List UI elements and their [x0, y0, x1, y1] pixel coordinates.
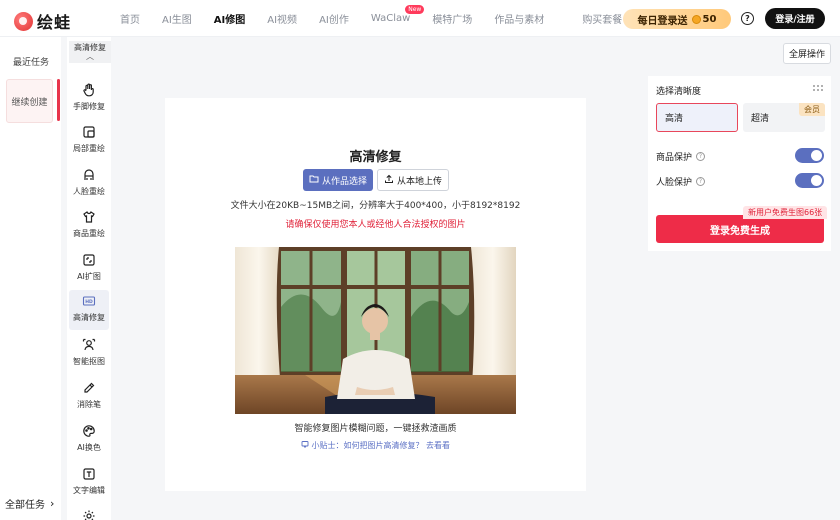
active-indicator: [57, 79, 60, 121]
product-protect-label: 商品保护: [656, 153, 693, 163]
product-protect-row: 商品保护 ?: [656, 150, 706, 163]
settings-icon: [81, 508, 97, 520]
hd-icon: HD: [81, 293, 97, 309]
text-icon: [81, 466, 97, 482]
chevron-right-icon: ›: [50, 497, 55, 510]
tool-label: 局部重绘: [73, 144, 105, 153]
question-icon[interactable]: ?: [696, 152, 706, 161]
drag-handle-icon[interactable]: [812, 84, 824, 94]
hand-icon: [81, 82, 97, 98]
fullscreen-button[interactable]: 全屏操作: [783, 43, 831, 64]
tool-text-edit[interactable]: 文字编辑: [69, 463, 109, 503]
clarity-option-uhd-label: 超清: [751, 114, 770, 124]
tool-label: 高清修复: [73, 313, 105, 322]
svg-text:HD: HD: [85, 299, 93, 305]
tool-collapse-header[interactable]: 高清修复 ︿: [69, 41, 111, 63]
clarity-option-hd[interactable]: 高清: [656, 103, 738, 132]
select-from-works-button[interactable]: 从作品选择: [303, 169, 373, 191]
example-photo-illustration: [235, 247, 516, 414]
expand-icon: [81, 252, 97, 268]
clarity-option-uhd[interactable]: 超清 会员: [743, 103, 825, 132]
daily-login-reward[interactable]: 每日登录送 50: [623, 9, 731, 29]
nav-ai-image[interactable]: AI生图: [162, 11, 192, 26]
folder-icon: [309, 174, 319, 186]
daily-points: 50: [702, 13, 717, 25]
logo-text: 绘蛙: [37, 13, 72, 32]
main-nav: 首页 AI生图 AI修图 AI视频 AI创作 WaClaw New 模特广场 作…: [120, 0, 644, 37]
logo[interactable]: 绘蛙: [14, 9, 71, 33]
face-protect-row: 人脸保护 ?: [656, 175, 706, 188]
tool-eraser[interactable]: 消除笔: [69, 377, 109, 417]
tool-local-redraw[interactable]: 局部重绘: [69, 121, 109, 161]
login-button[interactable]: 登录/注册: [765, 8, 825, 29]
nav-model-square[interactable]: 模特广场: [432, 11, 472, 26]
nav-ai-retouch[interactable]: AI修图: [214, 11, 245, 26]
tool-ai-expand[interactable]: AI扩图: [69, 249, 109, 289]
nav-waclaw-label: WaClaw: [370, 13, 411, 24]
all-tasks-label: 全部任务: [5, 500, 45, 511]
generate-button[interactable]: 登录免费生成: [656, 215, 824, 243]
tool-more[interactable]: [69, 505, 109, 520]
question-icon[interactable]: ?: [696, 177, 706, 186]
help-icon[interactable]: ?: [741, 12, 754, 25]
tool-label: AI扩图: [77, 272, 101, 281]
nav-ai-video[interactable]: AI视频: [267, 11, 297, 26]
page-title: 高清修复: [349, 150, 402, 165]
help-tip-text: 小贴士：如何把图片高清修复？ 去看看: [311, 441, 451, 450]
product-protect-toggle[interactable]: [795, 148, 824, 163]
tool-smart-cutout[interactable]: 智能抠图: [69, 334, 109, 374]
all-tasks-link[interactable]: 全部任务 ›: [5, 496, 54, 511]
recent-tasks-label: 最近任务: [13, 58, 50, 68]
tool-ai-recolor[interactable]: AI换色: [69, 420, 109, 460]
tool-label: 商品重绘: [73, 229, 105, 238]
recent-tasks-panel: 最近任务 继续创建 全部任务 ›: [0, 37, 61, 520]
face-icon: [81, 167, 97, 183]
tool-label: 文字编辑: [73, 486, 105, 495]
daily-label: 每日登录送: [637, 15, 688, 27]
portrait-icon: [81, 337, 97, 353]
new-user-promo-badge: 新用户免费生图66张: [743, 206, 828, 219]
tool-product-redraw[interactable]: 商品重绘: [69, 206, 109, 246]
select-from-works-label: 从作品选择: [321, 176, 367, 187]
tool-label: 人脸重绘: [73, 187, 105, 196]
authorization-warning: 请确保仅使用您本人或经他人合法授权的图片: [285, 220, 466, 230]
nav-buy-plan[interactable]: 购买套餐: [582, 11, 622, 26]
coin-icon: [691, 14, 701, 24]
lightbulb-icon: [301, 441, 312, 450]
tool-header-label: 高清修复: [74, 43, 106, 52]
nav-ai-create[interactable]: AI创作: [319, 11, 349, 26]
chevron-up-icon: ︿: [86, 51, 94, 61]
tool-label: 手脚修复: [73, 102, 105, 111]
nav-works[interactable]: 作品与素材: [494, 11, 544, 26]
face-protect-label: 人脸保护: [656, 178, 693, 188]
upload-card: 高清修复 从作品选择 从本地上传 文件大小在20KB~15MB之间，分辨率大于4…: [165, 98, 586, 491]
settings-panel: 选择清晰度 高清 超清 会员 商品保护 ? 人脸保护 ? 登录免费生成 新用户免…: [648, 76, 831, 251]
tool-hd-repair[interactable]: HD 高清修复: [69, 290, 109, 330]
tool-label: 消除笔: [77, 400, 101, 409]
example-image: [235, 247, 516, 414]
eraser-icon: [81, 380, 97, 396]
shirt-icon: [81, 209, 97, 225]
logo-icon: [14, 11, 33, 31]
new-badge: New: [405, 5, 425, 14]
tool-hand-fix[interactable]: 手脚修复: [69, 79, 109, 119]
file-requirements: 文件大小在20KB~15MB之间，分辨率大于400*400，小于8192*819…: [230, 201, 521, 211]
upload-local-label: 从本地上传: [396, 176, 442, 187]
tool-label: 智能抠图: [73, 357, 105, 366]
face-protect-toggle[interactable]: [795, 173, 824, 188]
member-badge: 会员: [799, 103, 825, 116]
upload-icon: [384, 174, 394, 187]
nav-waclaw[interactable]: WaClaw New: [370, 5, 425, 24]
clarity-title: 选择清晰度: [656, 87, 702, 97]
palette-icon: [81, 423, 97, 439]
tool-label: AI换色: [77, 443, 101, 452]
nav-home[interactable]: 首页: [120, 11, 140, 26]
help-tip-link[interactable]: 小贴士：如何把图片高清修复？ 去看看: [165, 440, 586, 451]
feature-caption: 智能修复图片模糊问题，一键拯救渣画质: [294, 424, 457, 434]
upload-local-button[interactable]: 从本地上传: [377, 169, 449, 191]
top-header: 绘蛙 首页 AI生图 AI修图 AI视频 AI创作 WaClaw New 模特广…: [0, 0, 840, 37]
continue-create-card[interactable]: 继续创建: [6, 79, 53, 123]
crop-icon: [81, 124, 97, 140]
tool-face-redraw[interactable]: 人脸重绘: [69, 164, 109, 204]
